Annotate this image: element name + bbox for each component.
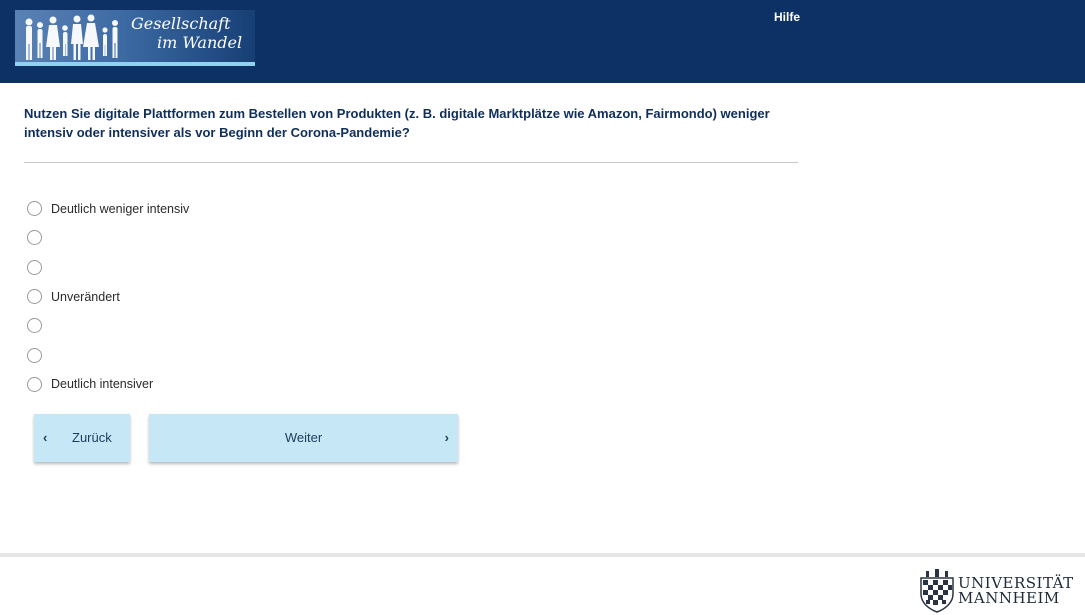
help-link[interactable]: Hilfe (774, 10, 800, 24)
radio-button[interactable] (27, 347, 42, 363)
answer-options: Deutlich weniger intensiv Unverändert De… (27, 194, 189, 399)
option-scale-3[interactable] (27, 253, 189, 282)
logo-title-line1: Gesellschaft (131, 14, 231, 33)
next-button-label: Weiter (284, 430, 323, 445)
option-label: Unverändert (51, 289, 120, 304)
option-scale-2[interactable] (27, 223, 189, 252)
chevron-left-icon: ‹ (43, 430, 48, 445)
radio-button[interactable] (27, 259, 42, 275)
university-name-line2: MANNHEIM (958, 589, 1060, 607)
gesellschaft-im-wandel-logo: Gesellschaft im Wandel (15, 10, 255, 66)
radio-button[interactable] (27, 289, 42, 305)
footer-divider (0, 553, 1085, 557)
people-silhouettes-icon (25, 14, 118, 60)
logo-accent-bar (15, 62, 255, 66)
header-bar: Gesellschaft im Wandel Hilfe (0, 0, 1085, 83)
university-name: UNIVERSITÄT MANNHEIM (958, 576, 1074, 606)
option-label: Deutlich weniger intensiv (51, 201, 190, 216)
university-crest-icon (920, 569, 954, 613)
universitaet-mannheim-logo: UNIVERSITÄT MANNHEIM (918, 569, 1078, 613)
back-button-label: Zurück (72, 430, 112, 445)
radio-button[interactable] (27, 376, 42, 392)
question-text: Nutzen Sie digitale Plattformen zum Best… (24, 106, 770, 140)
logo-title: Gesellschaft im Wandel (127, 14, 242, 52)
back-button[interactable]: ‹ Zurück (34, 414, 130, 462)
option-deutlich-weniger-intensiv[interactable]: Deutlich weniger intensiv (27, 194, 189, 223)
question-divider (24, 162, 798, 163)
option-label: Deutlich intensiver (51, 377, 154, 392)
radio-button[interactable] (27, 201, 42, 217)
option-unveraendert[interactable]: Unverändert (27, 282, 189, 311)
next-button[interactable]: Weiter › (149, 414, 458, 462)
option-deutlich-intensiver[interactable]: Deutlich intensiver (27, 370, 189, 399)
logo-title-line2: im Wandel (157, 33, 243, 52)
option-scale-6[interactable] (27, 340, 189, 369)
radio-button[interactable] (27, 230, 42, 246)
radio-button[interactable] (27, 318, 42, 334)
option-scale-5[interactable] (27, 311, 189, 340)
chevron-right-icon: › (444, 430, 449, 445)
